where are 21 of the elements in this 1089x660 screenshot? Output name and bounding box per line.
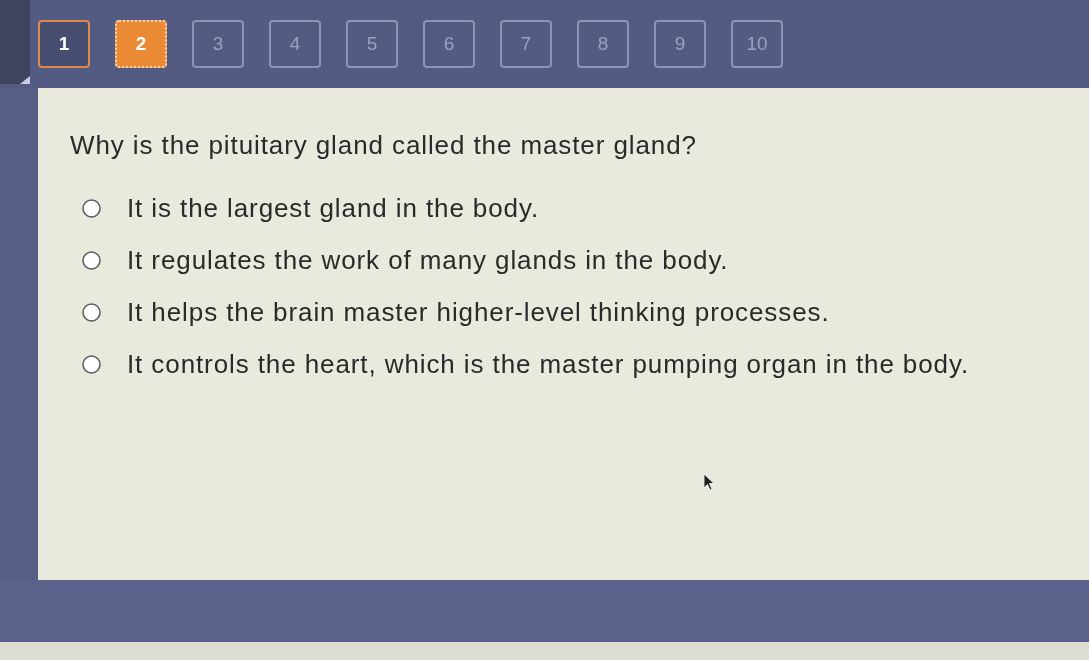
radio-button[interactable] (82, 250, 101, 270)
answer-option-text: It helps the brain master higher-level thinking processes. (127, 297, 830, 327)
question-number-button[interactable]: 3 (192, 20, 244, 68)
question-number-button[interactable]: 4 (269, 20, 321, 68)
answer-option-text: It regulates the work of many glands in the body. (127, 245, 729, 275)
question-number-button[interactable]: 8 (577, 20, 629, 68)
question-number-button[interactable]: 9 (654, 20, 706, 68)
answer-option-text: It is the largest gland in the body. (127, 193, 540, 223)
question-text: Why is the pituitary gland called the master gland? (70, 130, 698, 160)
question-number-button[interactable]: 5 (346, 20, 398, 68)
radio-button[interactable] (82, 354, 101, 374)
radio-button[interactable] (82, 198, 101, 218)
question-number-button[interactable]: 6 (423, 20, 475, 68)
answer-option-text: It controls the heart, which is the master pumping organ in the body. (127, 349, 970, 379)
mouse-pointer-icon (704, 474, 716, 490)
question-number-button[interactable]: 2 (115, 20, 167, 68)
question-number-button[interactable]: 10 (731, 20, 783, 68)
question-number-button[interactable]: 1 (38, 20, 90, 68)
triangle-icon (20, 76, 30, 84)
question-number-button[interactable]: 7 (500, 20, 552, 68)
radio-button[interactable] (82, 302, 101, 322)
